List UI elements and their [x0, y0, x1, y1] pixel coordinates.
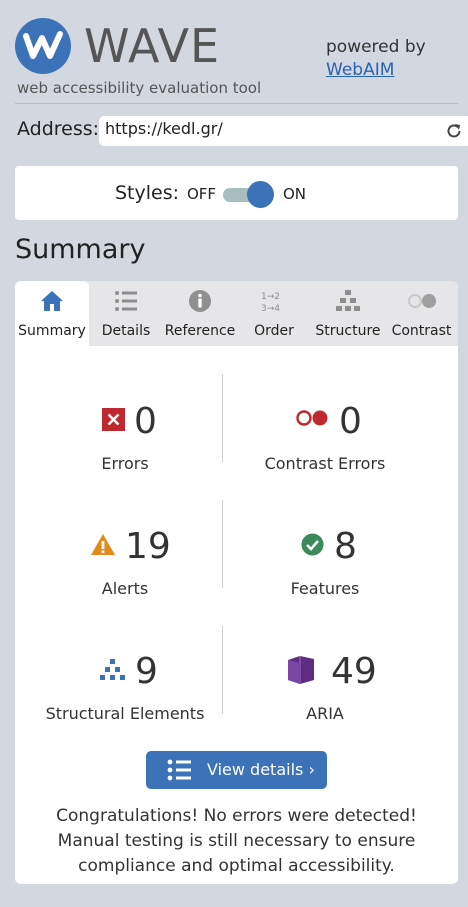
structural-elements-label: Structural Elements — [45, 704, 205, 723]
errors-label: Errors — [101, 454, 149, 473]
tab-order[interactable]: 1→2 3→4 Order — [237, 281, 311, 346]
address-label: Address: — [17, 118, 100, 140]
wave-logo-icon — [15, 18, 71, 74]
feature-icon — [301, 533, 324, 556]
congratulations-message: Congratulations! No errors were detected… — [56, 806, 417, 876]
tab-structure[interactable]: Structure — [311, 281, 385, 346]
svg-text:3→4: 3→4 — [261, 304, 280, 313]
aria-count: 49 — [331, 651, 377, 692]
tab-details[interactable]: Details — [89, 281, 163, 346]
tab-bar: Summary Details Reference 1→2 3→4 Order … — [15, 281, 458, 346]
home-icon — [41, 291, 63, 311]
alerts-label: Alerts — [101, 579, 149, 598]
tab-label: Structure — [315, 323, 381, 339]
styles-label: Styles: — [115, 182, 180, 204]
errors-count: 0 — [134, 401, 157, 442]
tab-label: Reference — [164, 323, 236, 339]
info-icon — [189, 290, 211, 312]
contrast-icon — [407, 294, 436, 308]
address-input[interactable] — [105, 119, 425, 138]
contrast-errors-label: Contrast Errors — [264, 454, 386, 473]
aria-label: ARIA — [306, 704, 344, 723]
app-tagline: web accessibility evaluation tool — [17, 79, 262, 97]
features-count: 8 — [334, 526, 357, 567]
contrast-errors-count: 0 — [339, 401, 362, 442]
view-details-button[interactable]: View details › — [146, 751, 327, 789]
error-icon — [102, 408, 125, 431]
structural-elements-count: 9 — [135, 651, 158, 692]
list-icon — [115, 291, 137, 311]
address-field — [99, 116, 468, 146]
order-icon: 1→2 3→4 — [261, 292, 280, 313]
powered-by-text: powered by — [326, 37, 426, 57]
tab-label: Details — [101, 323, 151, 339]
address-bar: Address: — [17, 116, 468, 146]
structure-icon — [336, 290, 360, 311]
view-details-label: View details › — [207, 760, 315, 779]
reload-icon[interactable] — [445, 122, 463, 140]
styles-off-label: OFF — [187, 185, 217, 203]
tab-reference[interactable]: Reference — [163, 281, 237, 346]
app-title: WAVE — [84, 19, 221, 73]
toggle-knob — [247, 181, 274, 208]
summary-heading: Summary — [15, 234, 146, 265]
summary-panel: 0 Errors 0 Contrast Errors 19 Alerts 8 F… — [15, 346, 458, 884]
contrast-error-icon — [296, 410, 328, 426]
tab-label: Contrast — [391, 323, 452, 339]
structure-icon — [100, 659, 125, 680]
styles-on-label: ON — [283, 185, 307, 203]
tab-label: Order — [254, 323, 294, 339]
list-icon — [167, 759, 191, 781]
styles-toggle-card: Styles: OFF ON — [15, 166, 458, 220]
tab-contrast[interactable]: Contrast — [385, 281, 458, 346]
svg-text:1→2: 1→2 — [261, 292, 280, 302]
header-divider — [15, 103, 458, 104]
webaim-link[interactable]: WebAIM — [326, 60, 394, 80]
tab-summary[interactable]: Summary — [15, 281, 89, 346]
alerts-count: 19 — [125, 526, 171, 567]
aria-icon — [288, 656, 314, 684]
header: WAVE web accessibility evaluation tool p… — [0, 0, 468, 104]
alert-icon — [91, 534, 115, 555]
tab-label: Summary — [18, 323, 86, 339]
features-label: Features — [290, 579, 360, 598]
styles-toggle[interactable] — [223, 181, 274, 208]
